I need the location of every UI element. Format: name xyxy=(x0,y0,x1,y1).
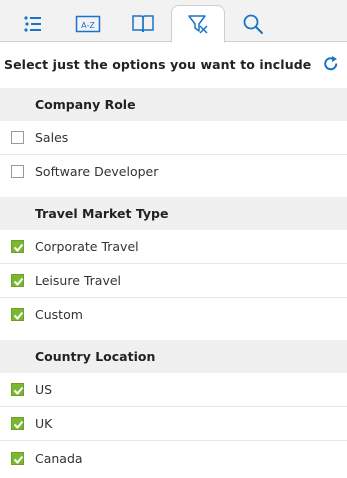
search-icon xyxy=(243,14,263,34)
option-leisure-travel[interactable]: Leisure Travel xyxy=(0,264,347,298)
checkbox-checked[interactable] xyxy=(11,240,24,253)
checkmark-icon xyxy=(13,243,24,252)
tab-search[interactable] xyxy=(226,5,280,42)
option-label: Custom xyxy=(35,307,83,322)
section-title: Travel Market Type xyxy=(35,206,169,221)
checkbox-unchecked[interactable] xyxy=(11,165,24,178)
option-label: Corporate Travel xyxy=(35,239,139,254)
option-label: Sales xyxy=(35,130,69,145)
tab-bar: A-Z xyxy=(0,0,347,43)
checkmark-icon xyxy=(13,311,24,320)
checkbox-checked[interactable] xyxy=(11,274,24,287)
option-canada[interactable]: Canada xyxy=(0,442,347,476)
section-title: Country Location xyxy=(35,349,156,364)
checkmark-icon xyxy=(13,386,24,395)
section-header-country-location: Country Location xyxy=(0,340,347,373)
tab-filter[interactable] xyxy=(171,5,225,43)
section-header-travel-market-type: Travel Market Type xyxy=(0,197,347,230)
section-header-company-role: Company Role xyxy=(0,88,347,121)
filter-icon xyxy=(188,15,208,34)
option-sales[interactable]: Sales xyxy=(0,121,347,155)
checkmark-icon xyxy=(13,277,24,286)
option-label: Canada xyxy=(35,451,83,466)
checkbox-checked[interactable] xyxy=(11,417,24,430)
option-uk[interactable]: UK xyxy=(0,407,347,441)
book-icon xyxy=(132,14,154,32)
instruction-bar: Select just the options you want to incl… xyxy=(0,43,347,88)
a-z-sort-icon: A-Z xyxy=(75,15,101,32)
list-icon xyxy=(24,15,41,32)
option-label: Leisure Travel xyxy=(35,273,122,288)
tab-a-z[interactable]: A-Z xyxy=(61,5,115,42)
checkmark-icon xyxy=(13,455,24,464)
checkbox-checked[interactable] xyxy=(11,308,24,321)
option-label: UK xyxy=(35,416,53,431)
option-custom[interactable]: Custom xyxy=(0,298,347,332)
option-label: Software Developer xyxy=(35,164,159,179)
tab-list[interactable] xyxy=(6,5,60,42)
checkmark-icon xyxy=(13,420,24,429)
option-us[interactable]: US xyxy=(0,373,347,407)
option-label: US xyxy=(35,382,53,397)
instruction-text: Select just the options you want to incl… xyxy=(4,57,312,72)
checkbox-unchecked[interactable] xyxy=(11,131,24,144)
section-title: Company Role xyxy=(35,97,136,112)
option-corporate-travel[interactable]: Corporate Travel xyxy=(0,230,347,264)
refresh-icon[interactable] xyxy=(322,55,340,73)
option-software-developer[interactable]: Software Developer xyxy=(0,155,347,189)
checkbox-checked[interactable] xyxy=(11,452,24,465)
checkbox-checked[interactable] xyxy=(11,383,24,396)
tab-book[interactable] xyxy=(116,5,170,42)
a-z-label: A-Z xyxy=(81,21,95,30)
